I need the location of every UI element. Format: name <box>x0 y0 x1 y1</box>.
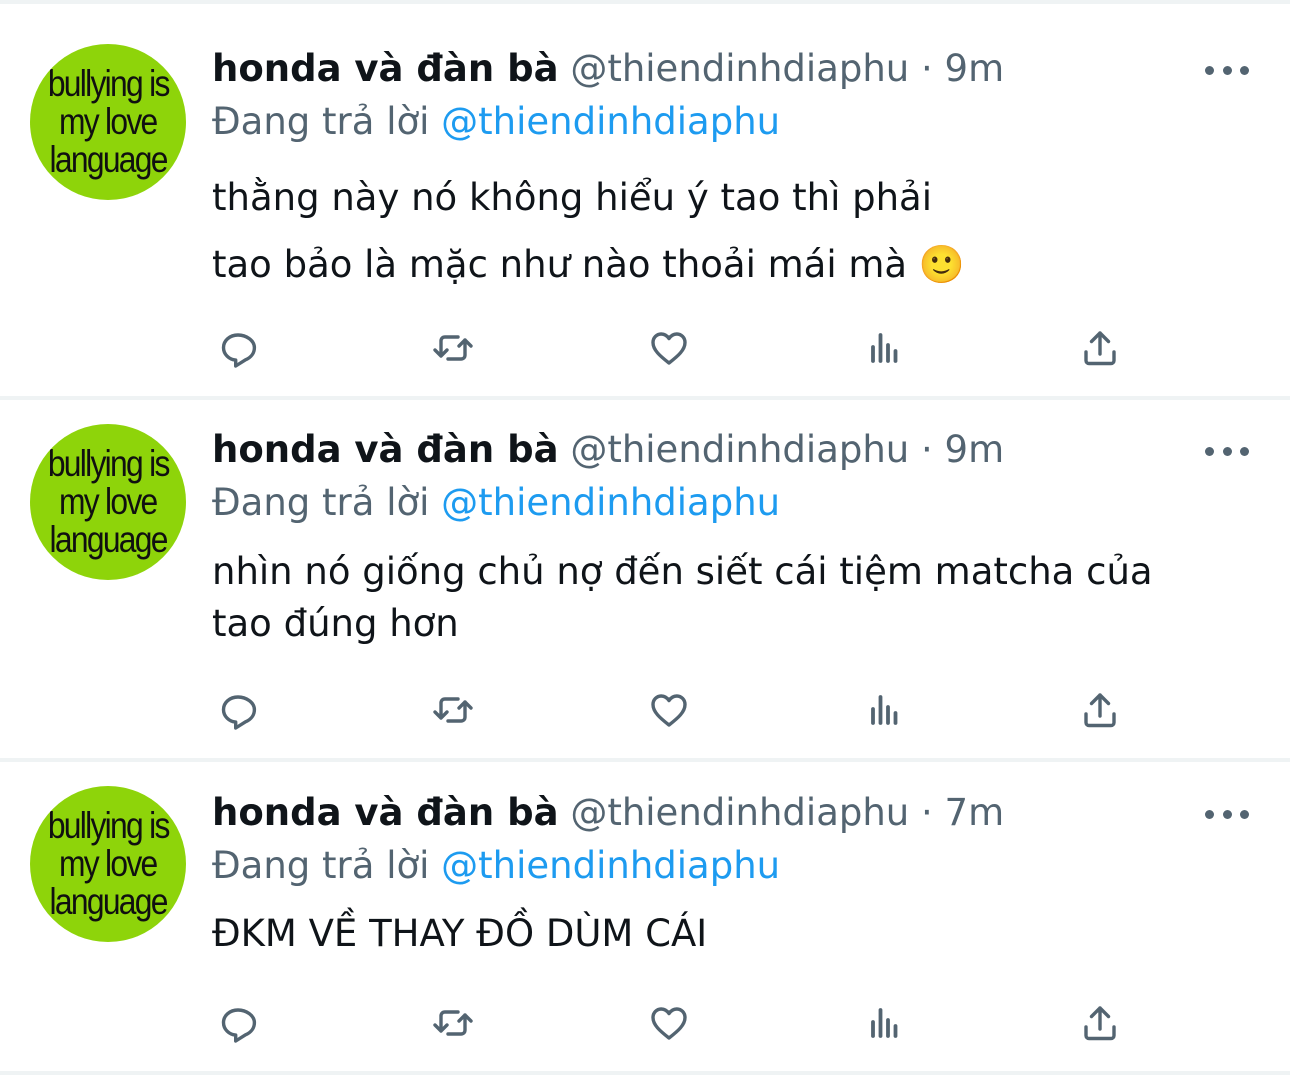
action-bar <box>0 685 1290 735</box>
views-icon[interactable] <box>860 998 910 1048</box>
tweet-text-line: thằng này nó không hiểu ý tao thì phải <box>212 176 933 219</box>
tweet-2[interactable]: bullying is my love language honda và đà… <box>0 400 1290 762</box>
reply-icon[interactable] <box>213 998 263 1048</box>
like-icon[interactable] <box>644 998 694 1048</box>
like-icon[interactable] <box>644 685 694 735</box>
tweet-header: honda và đàn bà @thiendinhdiaphu · 9m <box>212 47 1004 91</box>
retweet-icon[interactable] <box>428 685 478 735</box>
handle-and-time[interactable]: @thiendinhdiaphu · 9m <box>570 428 1004 471</box>
handle-and-time[interactable]: @thiendinhdiaphu · 9m <box>570 47 1004 90</box>
avatar-text: my love <box>59 843 158 884</box>
reply-mention-link[interactable]: @thiendinhdiaphu <box>441 100 780 143</box>
avatar[interactable]: bullying is my love language <box>30 786 186 942</box>
replying-to-label: Đang trả lời <box>212 100 430 143</box>
avatar[interactable]: bullying is my love language <box>30 424 186 580</box>
avatar-text: language <box>49 519 168 560</box>
reply-icon[interactable] <box>213 323 263 373</box>
tweet-text-line: tao đúng hơn <box>212 602 459 645</box>
reply-icon[interactable] <box>213 685 263 735</box>
display-name[interactable]: honda và đàn bà <box>212 47 559 90</box>
tweet-header: honda và đàn bà @thiendinhdiaphu · 9m <box>212 428 1004 472</box>
share-icon[interactable] <box>1075 998 1125 1048</box>
tweet-text: thằng này nó không hiểu ý tao thì phải t… <box>212 164 1252 298</box>
avatar[interactable]: bullying is my love language <box>30 44 186 200</box>
replying-to-label: Đang trả lời <box>212 481 430 524</box>
tweet-1[interactable]: bullying is my love language honda và đà… <box>0 4 1290 400</box>
tweet-text-line: nhìn nó giống chủ nợ đến siết cái tiệm m… <box>212 550 1153 593</box>
display-name[interactable]: honda và đàn bà <box>212 791 559 834</box>
reply-context: Đang trả lời @thiendinhdiaphu <box>212 844 780 888</box>
more-options-icon[interactable] <box>1205 64 1249 76</box>
avatar-text: my love <box>59 101 158 142</box>
action-bar <box>0 323 1290 373</box>
avatar-text: language <box>49 881 168 922</box>
tweet-text-line: tao bảo là mặc như nào thoải mái mà 🙂 <box>212 243 965 286</box>
replying-to-label: Đang trả lời <box>212 844 430 887</box>
views-icon[interactable] <box>860 323 910 373</box>
tweet-text: nhìn nó giống chủ nợ đến siết cái tiệm m… <box>212 546 1252 650</box>
reply-mention-link[interactable]: @thiendinhdiaphu <box>441 844 780 887</box>
more-options-icon[interactable] <box>1205 445 1249 457</box>
like-icon[interactable] <box>644 323 694 373</box>
share-icon[interactable] <box>1075 685 1125 735</box>
avatar-text: my love <box>59 481 158 522</box>
retweet-icon[interactable] <box>428 323 478 373</box>
avatar-text: bullying is <box>47 805 171 846</box>
views-icon[interactable] <box>860 685 910 735</box>
more-options-icon[interactable] <box>1205 808 1249 820</box>
avatar-text: language <box>49 139 168 180</box>
tweet-header: honda và đàn bà @thiendinhdiaphu · 7m <box>212 791 1004 835</box>
reply-context: Đang trả lời @thiendinhdiaphu <box>212 100 780 144</box>
retweet-icon[interactable] <box>428 998 478 1048</box>
tweet-text: ĐKM VỀ THAY ĐỒ DÙM CÁI <box>212 908 1252 960</box>
reply-context: Đang trả lời @thiendinhdiaphu <box>212 481 780 525</box>
handle-and-time[interactable]: @thiendinhdiaphu · 7m <box>570 791 1004 834</box>
display-name[interactable]: honda và đàn bà <box>212 428 559 471</box>
avatar-text: bullying is <box>47 443 171 484</box>
tweet-divider <box>0 1071 1290 1075</box>
action-bar <box>0 998 1290 1048</box>
share-icon[interactable] <box>1075 323 1125 373</box>
avatar-text: bullying is <box>47 63 171 104</box>
reply-mention-link[interactable]: @thiendinhdiaphu <box>441 481 780 524</box>
tweet-3[interactable]: bullying is my love language honda và đà… <box>0 762 1290 1075</box>
tweet-text-line: ĐKM VỀ THAY ĐỒ DÙM CÁI <box>212 912 708 955</box>
